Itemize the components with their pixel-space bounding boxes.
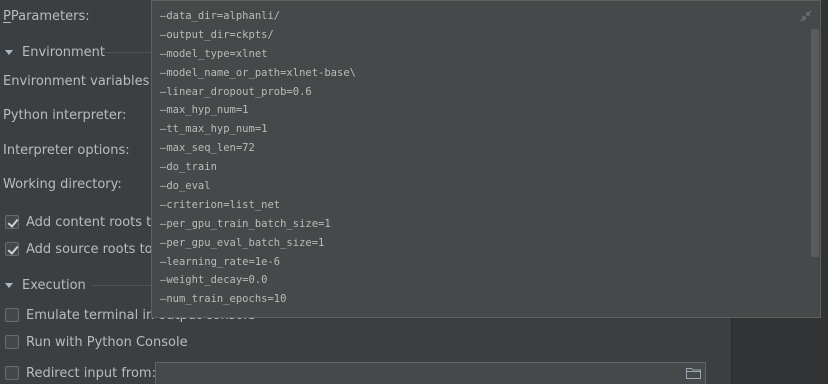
triangle-down-icon — [5, 49, 13, 55]
parameters-text[interactable]: —data_dir=alphanli/ —output_dir=ckpts/ —mo… — [160, 7, 356, 309]
parameters-label-text: Parameters: — [10, 9, 90, 24]
add-source-roots-label: Add source roots to F — [26, 241, 165, 257]
checkbox-box[interactable] — [5, 308, 19, 322]
parameter-line: —model_type=xlnet — [160, 47, 268, 60]
parameter-line: —tt_max_hyp_num=1 — [160, 123, 268, 136]
popup-scrollbar[interactable] — [811, 29, 819, 257]
parameter-line: —linear_dropout_prob=0.6 — [160, 85, 312, 98]
parameter-line: —model_name_or_path=xlnet-base\ — [160, 66, 356, 79]
parameter-line: —per_gpu_train_batch_size=1 — [160, 217, 331, 230]
add-source-roots-checkbox[interactable]: Add source roots to F — [5, 239, 164, 259]
environment-section-toggle[interactable]: Environment — [5, 42, 105, 62]
parameter-line: —criterion=list_net — [160, 198, 281, 211]
parameter-line: —per_gpu_eval_batch_size=1 — [160, 236, 325, 249]
redirect-input-label: Redirect input from: — [26, 365, 156, 381]
checkbox-box[interactable] — [5, 335, 19, 349]
env-vars-label: Environment variables: — [3, 74, 154, 89]
redirect-input-field[interactable] — [155, 362, 706, 384]
checkmark-icon[interactable] — [5, 215, 19, 229]
checkmark-icon[interactable] — [5, 242, 19, 256]
parameters-label: PParameters: — [3, 9, 90, 24]
working-directory-label: Working directory: — [3, 177, 122, 192]
execution-divider — [91, 285, 151, 286]
parameter-line: —data_dir=alphanli/ — [160, 10, 281, 22]
parameters-expanded-editor[interactable]: —data_dir=alphanli/ —output_dir=ckpts/ —mo… — [151, 0, 821, 318]
parameter-line: —do_train — [160, 161, 217, 174]
parameter-line: —num_train_epochs=10 — [160, 293, 287, 306]
parameter-line: —weight_decay=0.0 — [160, 274, 268, 287]
python-interpreter-label: Python interpreter: — [3, 108, 127, 123]
parameter-line: —do_eval — [160, 180, 211, 193]
collapse-arrows-icon[interactable] — [800, 10, 812, 22]
execution-section-title: Execution — [22, 277, 86, 293]
add-content-roots-label: Add content roots to — [26, 214, 160, 230]
environment-section-title: Environment — [22, 44, 106, 60]
execution-section-toggle[interactable]: Execution — [5, 275, 86, 295]
environment-divider — [103, 52, 151, 53]
add-content-roots-checkbox[interactable]: Add content roots to — [5, 212, 159, 232]
run-python-console-checkbox[interactable]: Run with Python Console — [5, 332, 188, 352]
folder-icon[interactable] — [686, 367, 701, 379]
parameter-line: —max_hyp_num=1 — [160, 104, 249, 117]
redirect-input-checkbox[interactable]: Redirect input from: — [5, 363, 156, 383]
interpreter-options-label: Interpreter options: — [3, 143, 130, 158]
parameter-line: —output_dir=ckpts/ — [160, 28, 274, 41]
parameter-line: —learning_rate=1e-6 — [160, 255, 281, 268]
run-python-console-label: Run with Python Console — [26, 334, 188, 350]
checkbox-box[interactable] — [5, 366, 19, 380]
parameter-line: —max_seq_len=72 — [160, 142, 255, 155]
triangle-down-icon — [5, 282, 13, 288]
